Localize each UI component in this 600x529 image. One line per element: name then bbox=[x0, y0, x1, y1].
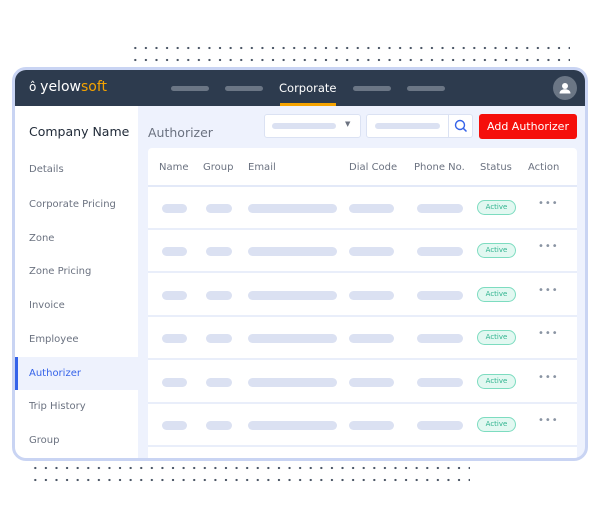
sidebar-item-zone[interactable]: Zone bbox=[15, 222, 138, 255]
nav-item[interactable] bbox=[225, 86, 263, 91]
table-row[interactable]: Active ••• bbox=[148, 361, 577, 404]
placeholder-cell bbox=[162, 334, 187, 344]
decorative-dots-bottom bbox=[30, 462, 470, 486]
app-window: ô yelowsoft Corporate Company Name Detai… bbox=[12, 67, 588, 461]
placeholder-cell bbox=[162, 247, 187, 257]
filter-dropdown[interactable]: ▼ bbox=[264, 114, 361, 138]
top-nav: ô yelowsoft Corporate bbox=[15, 70, 585, 106]
sidebar-item-trip-history[interactable]: Trip History bbox=[15, 390, 138, 423]
column-header-action: Action bbox=[528, 162, 560, 173]
table-row[interactable]: Active ••• bbox=[148, 230, 577, 274]
placeholder-cell bbox=[349, 290, 394, 300]
table-row[interactable]: Active ••• bbox=[148, 317, 577, 361]
user-avatar-icon[interactable] bbox=[553, 76, 577, 100]
placeholder-cell bbox=[248, 290, 337, 300]
placeholder-cell bbox=[162, 377, 187, 387]
placeholder-cell bbox=[248, 334, 337, 344]
sidebar-item-details[interactable]: Details bbox=[15, 153, 138, 186]
sidebar-item-group[interactable]: Group bbox=[15, 424, 138, 457]
decorative-dots-top bbox=[130, 42, 570, 66]
placeholder-cell bbox=[206, 334, 232, 344]
placeholder-cell bbox=[349, 204, 394, 213]
more-actions-icon[interactable]: ••• bbox=[538, 285, 559, 296]
placeholder-cell bbox=[206, 421, 232, 430]
nav-active-indicator bbox=[280, 103, 336, 106]
status-badge: Active bbox=[477, 243, 516, 259]
placeholder-cell bbox=[417, 204, 463, 213]
sidebar-item-zone-pricing[interactable]: Zone Pricing bbox=[15, 255, 138, 288]
placeholder-cell bbox=[349, 334, 394, 344]
placeholder-cell bbox=[417, 377, 463, 387]
nav-item[interactable] bbox=[407, 86, 445, 91]
status-badge: Active bbox=[477, 286, 516, 302]
more-actions-icon[interactable]: ••• bbox=[538, 415, 559, 426]
placeholder-cell bbox=[162, 421, 187, 430]
placeholder-cell bbox=[248, 204, 337, 213]
search-icon bbox=[454, 119, 468, 133]
placeholder-cell bbox=[248, 247, 337, 257]
more-actions-icon[interactable]: ••• bbox=[538, 372, 559, 383]
column-header-group: Group bbox=[203, 162, 234, 173]
placeholder-cell bbox=[248, 421, 337, 430]
column-header-status: Status bbox=[480, 162, 512, 173]
table-row[interactable]: Active ••• bbox=[148, 187, 577, 230]
placeholder-cell bbox=[248, 377, 337, 387]
placeholder-cell bbox=[417, 247, 463, 257]
status-badge: Active bbox=[477, 417, 516, 432]
status-badge: Active bbox=[477, 330, 516, 346]
sidebar: Company Name Details Corporate Pricing Z… bbox=[15, 106, 138, 458]
company-name: Company Name bbox=[29, 124, 130, 139]
placeholder-cell bbox=[206, 377, 232, 387]
placeholder-cell bbox=[206, 290, 232, 300]
sidebar-item-corporate-pricing[interactable]: Corporate Pricing bbox=[15, 188, 138, 221]
search-button[interactable] bbox=[448, 115, 473, 137]
more-actions-icon[interactable]: ••• bbox=[538, 328, 559, 339]
sidebar-item-employee[interactable]: Employee bbox=[15, 323, 138, 356]
placeholder-cell bbox=[162, 290, 187, 300]
more-actions-icon[interactable]: ••• bbox=[538, 241, 559, 252]
table-row[interactable]: Active ••• bbox=[148, 274, 577, 317]
more-actions-icon[interactable]: ••• bbox=[538, 198, 559, 209]
nav-item[interactable] bbox=[171, 86, 209, 91]
sidebar-item-invoice[interactable]: Invoice bbox=[15, 289, 138, 322]
table-row[interactable]: Active ••• bbox=[148, 404, 577, 447]
placeholder-cell bbox=[417, 421, 463, 430]
column-header-email: Email bbox=[248, 162, 276, 173]
placeholder-cell bbox=[206, 247, 232, 257]
placeholder-cell bbox=[417, 334, 463, 344]
placeholder-cell bbox=[417, 290, 463, 300]
authorizer-table: Name Group Email Dial Code Phone No. Sta… bbox=[148, 148, 577, 458]
placeholder-cell bbox=[162, 204, 187, 213]
page-title: Authorizer bbox=[148, 125, 213, 140]
nav-item-corporate[interactable]: Corporate bbox=[279, 81, 337, 95]
column-header-name: Name bbox=[159, 162, 189, 173]
sidebar-item-authorizer[interactable]: Authorizer bbox=[15, 357, 138, 390]
logo: ô yelowsoft bbox=[29, 79, 107, 95]
column-header-phone: Phone No. bbox=[414, 162, 465, 173]
add-authorizer-button[interactable]: Add Authorizer bbox=[479, 114, 577, 139]
search-input[interactable] bbox=[366, 114, 473, 138]
chevron-down-icon: ▼ bbox=[345, 120, 351, 128]
column-header-dial-code: Dial Code bbox=[349, 162, 398, 173]
placeholder-cell bbox=[349, 377, 394, 387]
placeholder-cell bbox=[349, 421, 394, 430]
status-badge: Active bbox=[477, 373, 516, 389]
placeholder-cell bbox=[206, 204, 232, 213]
nav-item[interactable] bbox=[353, 86, 391, 91]
placeholder-cell bbox=[349, 247, 394, 257]
status-badge: Active bbox=[477, 200, 516, 215]
